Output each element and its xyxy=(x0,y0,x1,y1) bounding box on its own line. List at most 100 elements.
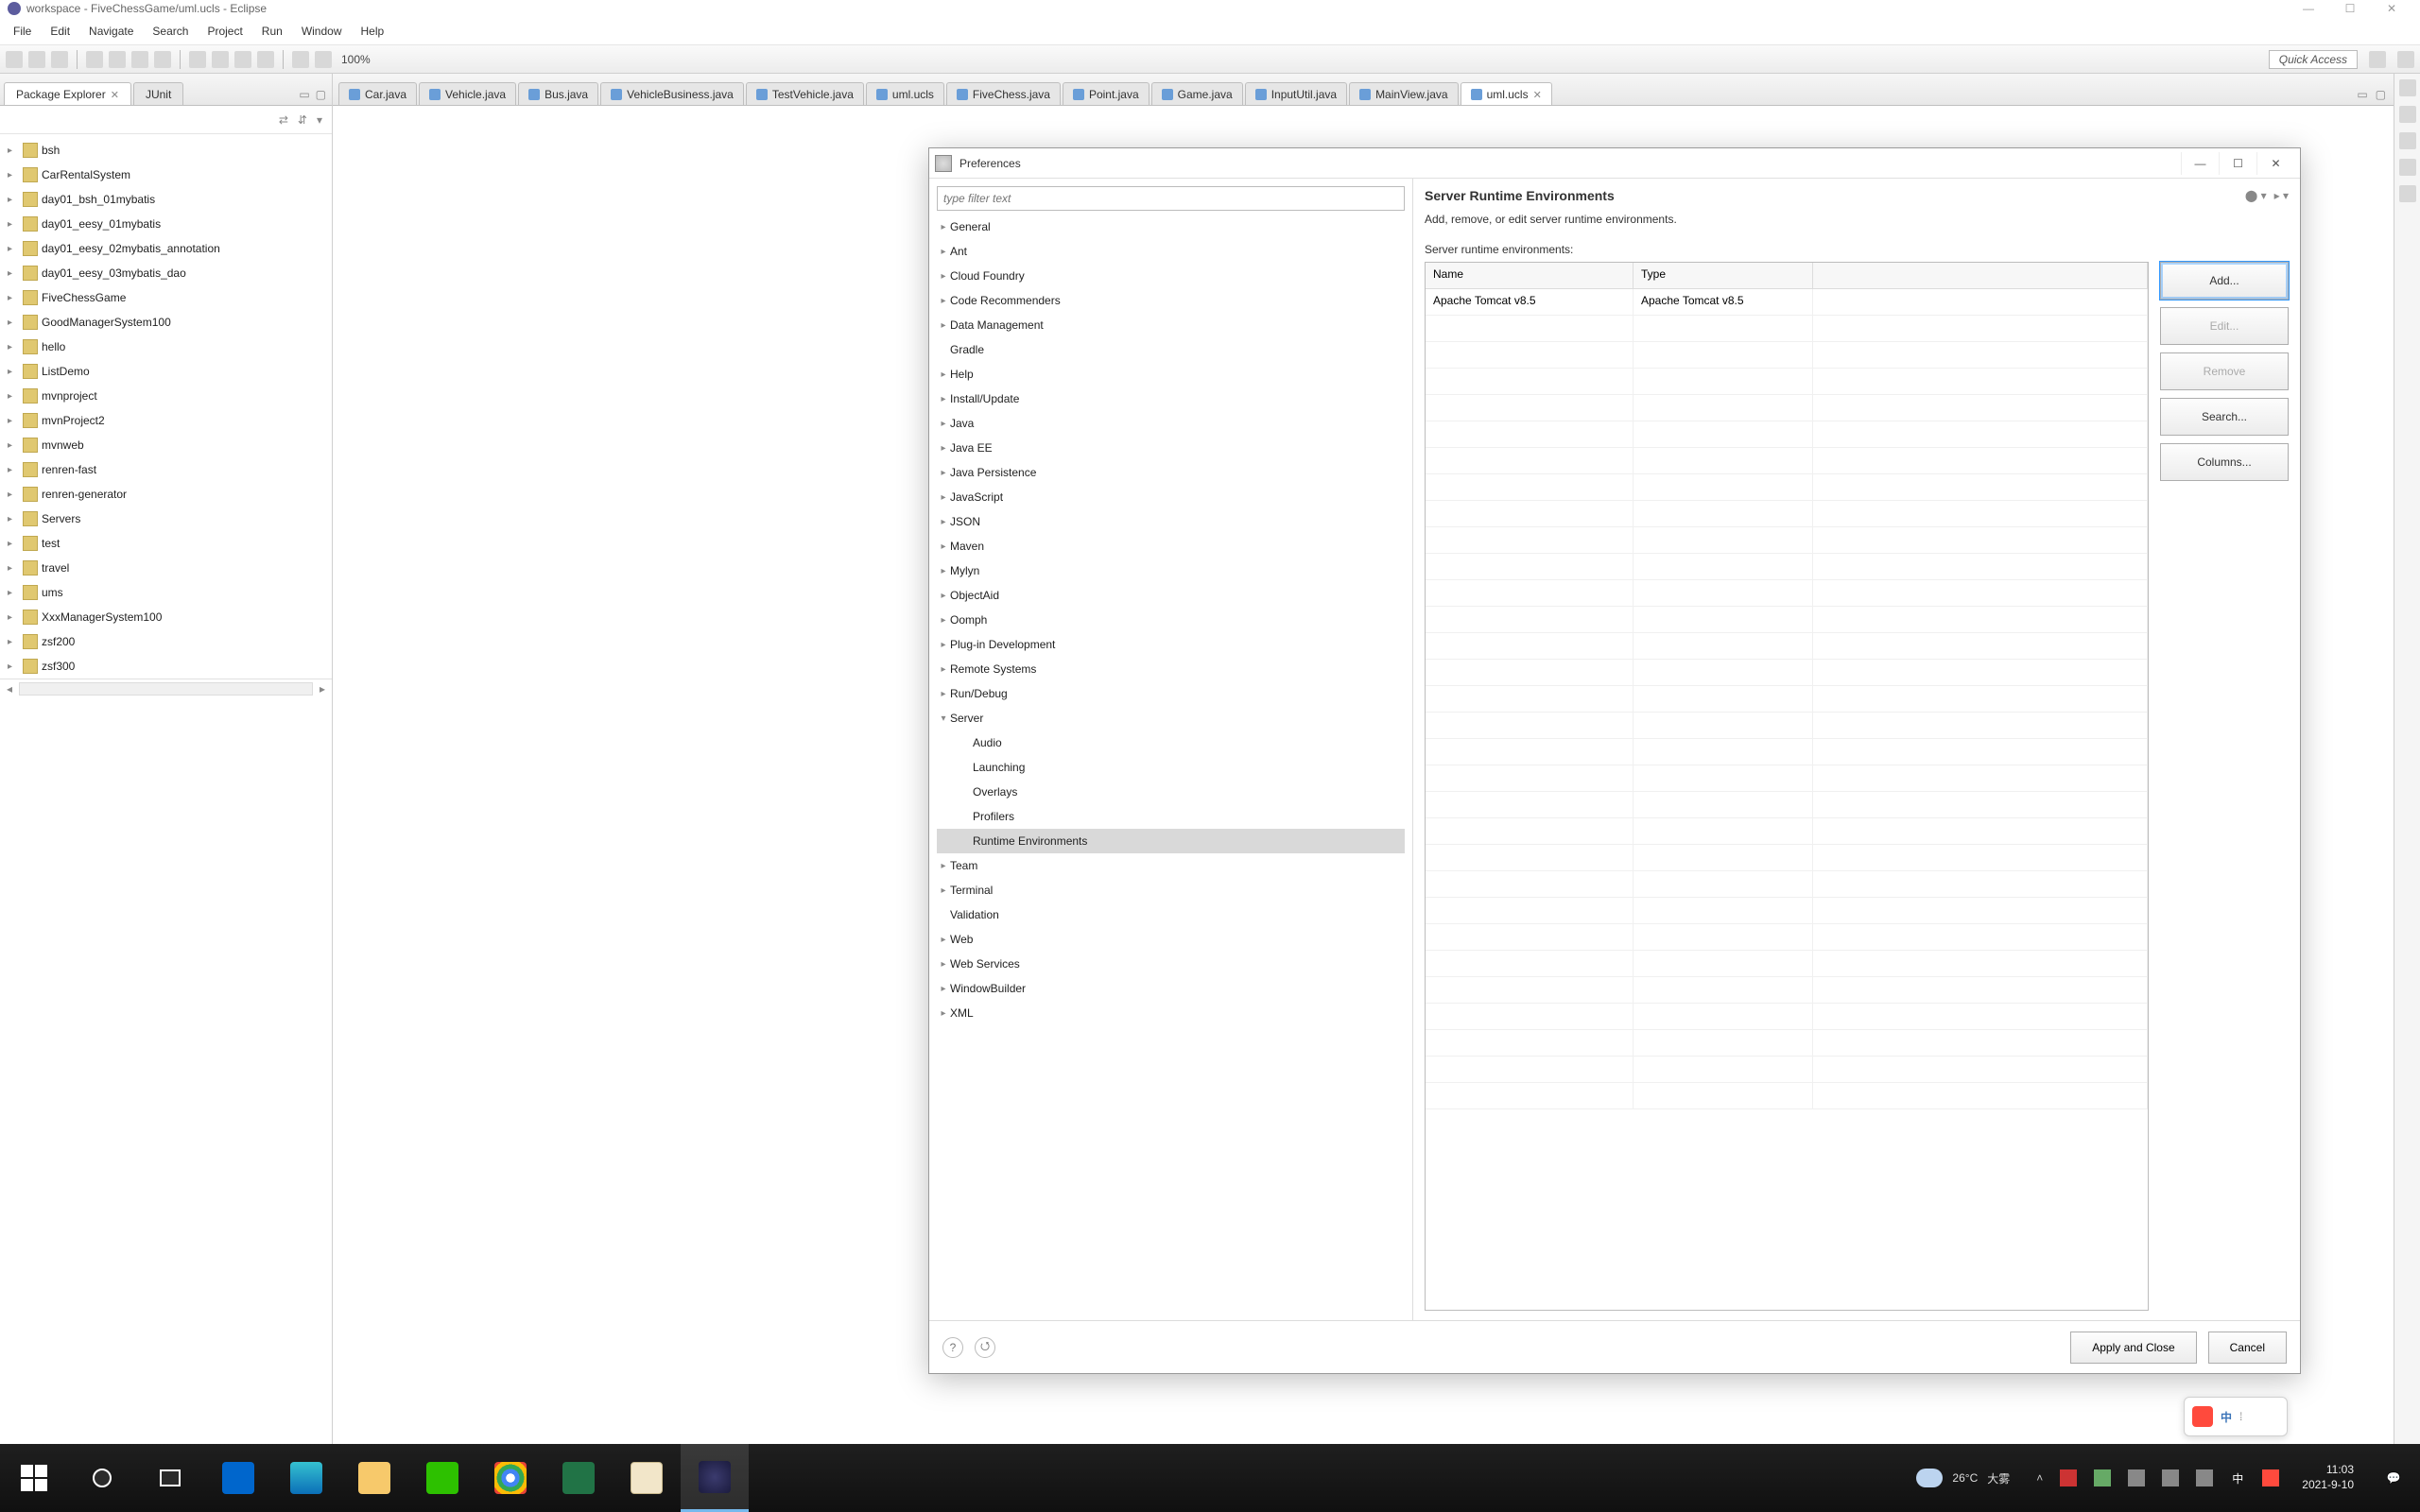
expand-icon[interactable]: ▸ xyxy=(937,394,950,404)
tray-volume-icon[interactable] xyxy=(2162,1469,2179,1486)
expand-icon[interactable]: ▸ xyxy=(8,146,19,156)
expand-icon[interactable]: ▸ xyxy=(937,468,950,478)
pref-node[interactable]: ▸Ant xyxy=(937,239,1405,264)
outline-view-icon[interactable] xyxy=(2399,79,2416,96)
expand-icon[interactable]: ▸ xyxy=(8,318,19,328)
perspective-java-icon[interactable] xyxy=(2369,51,2386,68)
taskbar-app-m[interactable] xyxy=(204,1444,272,1512)
help-icon[interactable]: ? xyxy=(942,1337,963,1358)
tray-app-icon[interactable] xyxy=(2060,1469,2077,1486)
editor-tab[interactable]: Vehicle.java xyxy=(419,82,516,105)
view-minimize-icon[interactable]: ▭ xyxy=(299,88,309,101)
menu-help[interactable]: Help xyxy=(354,22,392,41)
table-row[interactable]: Apache Tomcat v8.5Apache Tomcat v8.5 xyxy=(1426,289,2148,316)
pref-node[interactable]: Runtime Environments xyxy=(937,829,1405,853)
project-node[interactable]: ▸FiveChessGame xyxy=(0,285,332,310)
taskbar-notepad[interactable] xyxy=(613,1444,681,1512)
pref-node[interactable]: ▸Plug-in Development xyxy=(937,632,1405,657)
columns-button[interactable]: Columns... xyxy=(2160,443,2289,481)
filter-input[interactable] xyxy=(937,186,1405,211)
menu-file[interactable]: File xyxy=(6,22,39,41)
pref-node[interactable]: ▾Server xyxy=(937,706,1405,730)
menu-run[interactable]: Run xyxy=(254,22,290,41)
expand-icon[interactable]: ▸ xyxy=(937,861,950,871)
apply-close-button[interactable]: Apply and Close xyxy=(2070,1332,2196,1364)
scrollbar-track[interactable] xyxy=(19,682,313,696)
tab-junit[interactable]: JUnit xyxy=(133,82,183,105)
expand-icon[interactable]: ▸ xyxy=(8,195,19,205)
taskbar-taskview[interactable] xyxy=(136,1444,204,1512)
toolbar-new-icon[interactable] xyxy=(6,51,23,68)
start-button[interactable] xyxy=(0,1444,68,1512)
expand-icon[interactable]: ▸ xyxy=(937,443,950,454)
pref-node[interactable]: ▸Code Recommenders xyxy=(937,288,1405,313)
column-type[interactable]: Type xyxy=(1634,263,1813,288)
project-node[interactable]: ▸ListDemo xyxy=(0,359,332,384)
pref-node[interactable]: Audio xyxy=(937,730,1405,755)
project-node[interactable]: ▸renren-fast xyxy=(0,457,332,482)
quick-access-field[interactable]: Quick Access xyxy=(2269,50,2358,69)
editor-minimize-icon[interactable]: ▭ xyxy=(2357,88,2367,101)
expand-icon[interactable]: ▸ xyxy=(8,662,19,672)
dialog-close-button[interactable]: ✕ xyxy=(2256,152,2294,175)
toolbar-saveall-icon[interactable] xyxy=(51,51,68,68)
pref-node[interactable]: ▸JavaScript xyxy=(937,485,1405,509)
expand-icon[interactable]: ▸ xyxy=(937,615,950,626)
project-tree[interactable]: ▸bsh▸CarRentalSystem▸day01_bsh_01mybatis… xyxy=(0,134,332,1444)
expand-icon[interactable]: ▸ xyxy=(937,419,950,429)
console-view-icon[interactable] xyxy=(2399,159,2416,176)
pref-node[interactable]: ▸Install/Update xyxy=(937,387,1405,411)
expand-icon[interactable]: ▸ xyxy=(8,440,19,451)
taskbar-clock[interactable]: 11:03 2021-9-10 xyxy=(2289,1463,2367,1492)
project-node[interactable]: ▸zsf200 xyxy=(0,629,332,654)
expand-icon[interactable]: ▸ xyxy=(937,296,950,306)
project-node[interactable]: ▸day01_eesy_03mybatis_dao xyxy=(0,261,332,285)
expand-icon[interactable]: ▸ xyxy=(937,271,950,282)
toolbar-newclass-icon[interactable] xyxy=(189,51,206,68)
editor-tab[interactable]: uml.ucls✕ xyxy=(1461,82,1552,105)
expand-icon[interactable]: ▸ xyxy=(937,320,950,331)
menu-edit[interactable]: Edit xyxy=(43,22,78,41)
import-export-icon[interactable]: ⭯ xyxy=(975,1337,995,1358)
expand-icon[interactable]: ▸ xyxy=(937,664,950,675)
dialog-titlebar[interactable]: Preferences — ☐ ✕ xyxy=(929,148,2300,179)
editor-tab[interactable]: MainView.java xyxy=(1349,82,1459,105)
toolbar-zoom-level[interactable]: 100% xyxy=(341,53,371,66)
pref-node[interactable]: ▸Maven xyxy=(937,534,1405,558)
system-tray[interactable]: ˄ xyxy=(2027,1469,2222,1486)
taskbar-eclipse[interactable] xyxy=(681,1444,749,1512)
project-node[interactable]: ▸Servers xyxy=(0,507,332,531)
runtimes-table[interactable]: Name Type Apache Tomcat v8.5Apache Tomca… xyxy=(1425,262,2149,1311)
close-icon[interactable]: ✕ xyxy=(111,89,119,101)
window-minimize-button[interactable]: — xyxy=(2288,0,2329,17)
project-node[interactable]: ▸test xyxy=(0,531,332,556)
editor-tab[interactable]: Bus.java xyxy=(518,82,598,105)
editor-maximize-icon[interactable]: ▢ xyxy=(2376,88,2386,101)
project-node[interactable]: ▸day01_eesy_02mybatis_annotation xyxy=(0,236,332,261)
dialog-minimize-button[interactable]: — xyxy=(2181,152,2219,175)
editor-tab[interactable]: FiveChess.java xyxy=(946,82,1061,105)
pref-node[interactable]: ▸WindowBuilder xyxy=(937,976,1405,1001)
pref-node[interactable]: ▸Java Persistence xyxy=(937,460,1405,485)
expand-icon[interactable]: ▸ xyxy=(937,640,950,650)
pref-node[interactable]: Gradle xyxy=(937,337,1405,362)
nav-forward-icon[interactable]: ▸ ▾ xyxy=(2274,189,2289,202)
expand-icon[interactable]: ▸ xyxy=(8,465,19,475)
sogou-menu-icon[interactable]: ⁞ xyxy=(2239,1410,2242,1423)
window-maximize-button[interactable]: ☐ xyxy=(2329,0,2371,17)
expand-icon[interactable]: ▸ xyxy=(8,563,19,574)
toolbar-back-icon[interactable] xyxy=(292,51,309,68)
expand-icon[interactable]: ▸ xyxy=(8,612,19,623)
pref-node[interactable]: ▸XML xyxy=(937,1001,1405,1025)
project-node[interactable]: ▸zsf300 xyxy=(0,654,332,679)
pref-node[interactable]: ▸Web xyxy=(937,927,1405,952)
toolbar-build-icon[interactable] xyxy=(86,51,103,68)
link-editor-icon[interactable]: ⇵ xyxy=(298,113,307,127)
project-node[interactable]: ▸mvnProject2 xyxy=(0,408,332,433)
toolbar-debug-icon[interactable] xyxy=(109,51,126,68)
preferences-tree[interactable]: ▸General▸Ant▸Cloud Foundry▸Code Recommen… xyxy=(937,211,1405,1313)
pref-node[interactable]: ▸Web Services xyxy=(937,952,1405,976)
pref-node[interactable]: ▸Mylyn xyxy=(937,558,1405,583)
pref-node[interactable]: ▸General xyxy=(937,215,1405,239)
column-name[interactable]: Name xyxy=(1426,263,1634,288)
